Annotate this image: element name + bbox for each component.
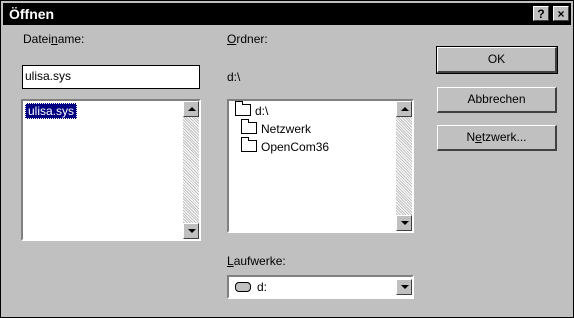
scroll-down-button[interactable] bbox=[396, 215, 412, 231]
chevron-down-icon[interactable] bbox=[396, 279, 412, 295]
tree-item-opencom36[interactable]: OpenCom36 bbox=[241, 137, 329, 154]
help-button[interactable]: ? bbox=[533, 6, 549, 21]
filename-input[interactable]: ulisa.sys bbox=[22, 65, 200, 89]
open-folder-icon bbox=[235, 101, 251, 116]
open-dialog: Öffnen ? × Dateiname: ulisa.sys ulisa.sy… bbox=[0, 0, 574, 318]
scroll-down-button[interactable] bbox=[183, 223, 199, 239]
drive-selected: d: bbox=[235, 280, 267, 294]
drives-label: Laufwerke: bbox=[227, 254, 286, 268]
tree-item-netzwerk[interactable]: Netzwerk bbox=[241, 119, 311, 136]
cancel-button[interactable]: Abbrechen bbox=[437, 87, 557, 113]
current-path: d:\ bbox=[227, 70, 241, 84]
network-button[interactable]: Netzwerk... bbox=[437, 125, 557, 151]
folder-icon bbox=[241, 119, 257, 134]
folder-tree[interactable]: d:\ Netzwerk OpenCom36 bbox=[227, 99, 414, 233]
scroll-up-button[interactable] bbox=[396, 101, 412, 117]
folder-icon bbox=[241, 137, 257, 152]
file-list-scrollbar[interactable] bbox=[183, 101, 199, 239]
scroll-up-button[interactable] bbox=[183, 101, 199, 117]
drive-icon bbox=[235, 282, 251, 292]
ok-button[interactable]: OK bbox=[436, 46, 558, 74]
filename-label: Dateiname: bbox=[23, 32, 85, 46]
title-bar[interactable]: Öffnen ? × bbox=[3, 3, 571, 25]
folders-label: Ordner: bbox=[227, 32, 268, 46]
tree-item-root[interactable]: d:\ bbox=[235, 101, 268, 118]
window-title: Öffnen bbox=[9, 6, 55, 22]
file-list[interactable]: ulisa.sys bbox=[21, 99, 201, 241]
file-list-item[interactable]: ulisa.sys bbox=[25, 103, 78, 119]
file-list-item-label: ulisa.sys bbox=[25, 103, 78, 119]
drives-select[interactable]: d: bbox=[227, 275, 414, 299]
close-button[interactable]: × bbox=[553, 6, 569, 21]
folder-tree-scrollbar[interactable] bbox=[396, 101, 412, 231]
